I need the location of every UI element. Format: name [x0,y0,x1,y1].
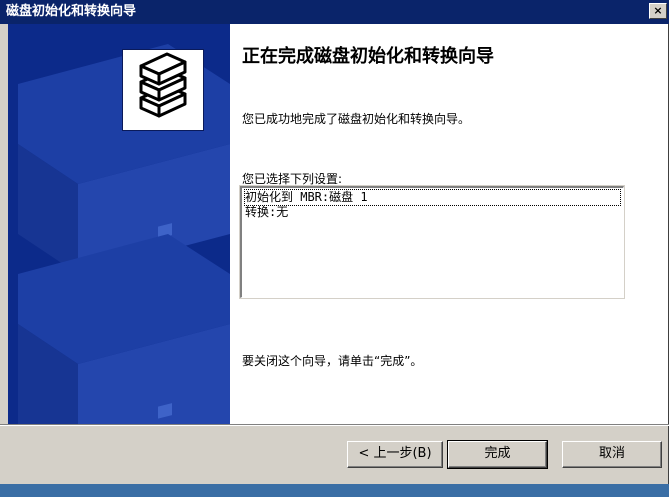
title-bar[interactable]: 磁盘初始化和转换向导 × [0,0,669,24]
finish-button[interactable]: 完成 [447,440,548,469]
window-title: 磁盘初始化和转换向导 [6,4,137,19]
completion-description: 您已成功地完成了磁盘初始化和转换向导。 [242,112,471,126]
wizard-dialog: 磁盘初始化和转换向导 × 正在完成磁盘初始化和转换向导 您已成功地完成了磁盘初始… [0,0,669,484]
settings-line-convert: 转换:无 [245,205,289,219]
button-separator [0,424,669,426]
close-button[interactable]: × [649,3,667,19]
close-instruction: 要关闭这个向导，请单击“完成”。 [242,354,423,368]
wizard-content: 正在完成磁盘初始化和转换向导 您已成功地完成了磁盘初始化和转换向导。 您已选择下… [8,24,668,424]
desktop-bottom-strip [0,484,669,497]
settings-label: 您已选择下列设置: [242,172,343,186]
settings-line-initialize: 初始化到 MBR:磁盘 1 [244,189,621,206]
settings-summary-box[interactable]: 初始化到 MBR:磁盘 1 转换:无 [239,185,625,299]
back-button[interactable]: < 上一步(B) [347,441,443,468]
page-title: 正在完成磁盘初始化和转换向导 [242,46,494,67]
stacked-disks-icon [122,49,204,131]
cancel-button[interactable]: 取消 [562,441,662,468]
